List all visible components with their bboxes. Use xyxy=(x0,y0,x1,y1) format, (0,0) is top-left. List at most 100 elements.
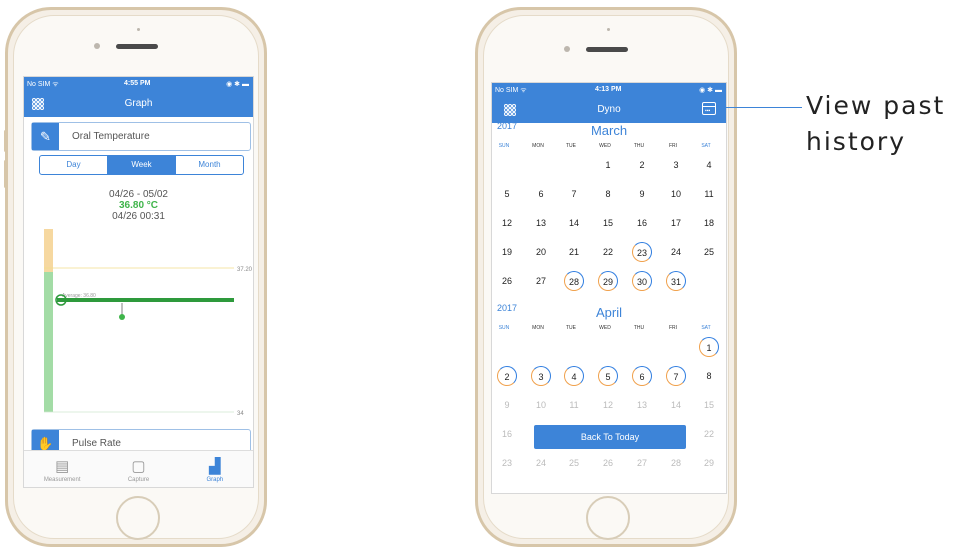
calendar-day[interactable]: 26 xyxy=(497,271,517,291)
battery-icon: ◉ ✱ ▬ xyxy=(699,87,722,94)
weekday-label: SUN xyxy=(498,143,510,149)
clock: 4:13 PM xyxy=(595,86,622,93)
calendar-day[interactable]: 25 xyxy=(699,242,719,262)
calendar-day[interactable]: 3 xyxy=(666,155,686,175)
calendar-day[interactable]: 22 xyxy=(598,242,618,262)
calendar-day[interactable]: 3 xyxy=(531,366,551,386)
tab-month[interactable]: Month xyxy=(176,156,243,174)
calendar-day[interactable]: 2 xyxy=(497,366,517,386)
calendar-day[interactable]: 8 xyxy=(699,366,719,386)
calendar-day[interactable]: 11 xyxy=(564,395,584,415)
calendar-day[interactable]: 8 xyxy=(598,184,618,204)
graph-screen: No SIM ᯤ 4:55 PM ◉ ✱ ▬ Graph ✎ Oral Temp… xyxy=(23,76,254,488)
home-button[interactable] xyxy=(586,496,630,540)
calendar-day[interactable]: 10 xyxy=(531,395,551,415)
calendar-day[interactable]: 1 xyxy=(699,337,719,357)
carrier-label: No SIM ᯤ xyxy=(27,81,59,88)
tab-week[interactable]: Week xyxy=(108,156,176,174)
calendar-day[interactable]: 29 xyxy=(598,271,618,291)
calendar-day[interactable]: 13 xyxy=(531,213,551,233)
calendar-day[interactable]: 9 xyxy=(632,184,652,204)
reading-value: 36.80 °C xyxy=(118,200,159,211)
calendar-day[interactable]: 9 xyxy=(497,395,517,415)
nav-bar: Dyno ▪▪▪ xyxy=(492,96,726,123)
calendar-day[interactable]: 12 xyxy=(497,213,517,233)
weekday-label: SAT xyxy=(701,325,711,331)
calendar-day[interactable]: 24 xyxy=(531,453,551,473)
clock: 4:55 PM xyxy=(124,80,151,87)
calendar-day[interactable]: 21 xyxy=(564,242,584,262)
calendar-day[interactable]: 5 xyxy=(497,184,517,204)
calendar-day[interactable]: 19 xyxy=(497,242,517,262)
annotation-line xyxy=(718,107,802,108)
calendar-day[interactable]: 16 xyxy=(497,424,517,444)
tab-measurement[interactable]: ▤ Measurement xyxy=(24,451,100,487)
weekday-label: WED xyxy=(599,325,611,331)
calendar-day[interactable]: 29 xyxy=(699,453,719,473)
calendar-day[interactable]: 20 xyxy=(531,242,551,262)
calendar-day[interactable]: 14 xyxy=(564,213,584,233)
calendar-day[interactable]: 25 xyxy=(564,453,584,473)
calendar-day[interactable]: 30 xyxy=(632,271,652,291)
calendar-day[interactable]: 17 xyxy=(666,213,686,233)
calendar-icon[interactable]: ▪▪▪ xyxy=(702,102,716,115)
calendar-day[interactable]: 6 xyxy=(531,184,551,204)
thermometer-icon: ✎ xyxy=(32,123,59,150)
calendar-day[interactable]: 22 xyxy=(699,424,719,444)
weekday-label: SUN xyxy=(498,325,510,331)
calendar-day[interactable]: 12 xyxy=(598,395,618,415)
calendar-day[interactable]: 16 xyxy=(632,213,652,233)
tab-graph-label: Graph xyxy=(206,477,224,483)
period-switch: Day Week Month xyxy=(39,155,244,175)
home-button[interactable] xyxy=(116,496,160,540)
annotation-line-2: history xyxy=(806,127,906,156)
calendar-day[interactable]: 23 xyxy=(497,453,517,473)
right-phone-frame: No SIM ᯤ 4:13 PM ◉ ✱ ▬ Dyno ▪▪▪ 2017 Marc… xyxy=(475,7,737,547)
calendar-day[interactable]: 7 xyxy=(666,366,686,386)
annotation-line-1: View past xyxy=(806,91,946,120)
upper-range-zone xyxy=(44,229,53,272)
measurement-selector[interactable]: ✎ Oral Temperature xyxy=(31,122,251,151)
left-phone-frame: No SIM ᯤ 4:55 PM ◉ ✱ ▬ Graph ✎ Oral Temp… xyxy=(4,7,267,547)
calendar-day[interactable]: 27 xyxy=(531,271,551,291)
calendar-day[interactable]: 15 xyxy=(699,395,719,415)
tab-bar: ▤ Measurement ▢ Capture ▟ Graph xyxy=(24,450,253,487)
tab-capture[interactable]: ▢ Capture xyxy=(100,451,176,487)
calendar-month-title: April xyxy=(595,305,622,320)
calendar-day[interactable]: 26 xyxy=(598,453,618,473)
calendar-day[interactable]: 18 xyxy=(699,213,719,233)
tab-capture-label: Capture xyxy=(127,477,150,483)
calendar-day[interactable]: 10 xyxy=(666,184,686,204)
calendar-day[interactable]: 28 xyxy=(666,453,686,473)
calendar-day[interactable]: 11 xyxy=(699,184,719,204)
back-to-today-button[interactable]: Back To Today xyxy=(534,425,686,449)
calendar-day[interactable]: 23 xyxy=(632,242,652,262)
y-tick-label: 34 xyxy=(237,411,244,417)
calendar-day[interactable]: 27 xyxy=(632,453,652,473)
annotation-text: View past history xyxy=(806,88,945,160)
calendar-day[interactable]: 4 xyxy=(699,155,719,175)
calendar-day[interactable]: 28 xyxy=(564,271,584,291)
temperature-chart[interactable]: 37.20 34 Average: 36.80 xyxy=(24,227,253,427)
clipboard-icon: ▤ xyxy=(55,458,70,475)
tab-day[interactable]: Day xyxy=(40,156,108,174)
calendar-day[interactable]: 14 xyxy=(666,395,686,415)
weekday-label: TUE xyxy=(566,325,576,331)
calendar-day[interactable]: 7 xyxy=(564,184,584,204)
calendar-day[interactable]: 1 xyxy=(598,155,618,175)
calendar-day[interactable]: 2 xyxy=(632,155,652,175)
calendar-day[interactable]: 4 xyxy=(564,366,584,386)
date-range: 04/26 - 05/02 xyxy=(109,189,168,200)
calendar-day[interactable]: 5 xyxy=(598,366,618,386)
battery-icon: ◉ ✱ ▬ xyxy=(226,81,249,88)
calendar-day[interactable]: 6 xyxy=(632,366,652,386)
nav-bar: Graph xyxy=(24,90,253,117)
calendar-screen: No SIM ᯤ 4:13 PM ◉ ✱ ▬ Dyno ▪▪▪ 2017 Marc… xyxy=(491,82,727,494)
weekday-label: THU xyxy=(633,143,645,149)
tab-graph[interactable]: ▟ Graph xyxy=(177,451,253,487)
calendar-day[interactable]: 15 xyxy=(598,213,618,233)
calendar-day[interactable]: 24 xyxy=(666,242,686,262)
calendar-day[interactable]: 13 xyxy=(632,395,652,415)
calendar-month-title: March xyxy=(590,123,628,138)
calendar-day[interactable]: 31 xyxy=(666,271,686,291)
